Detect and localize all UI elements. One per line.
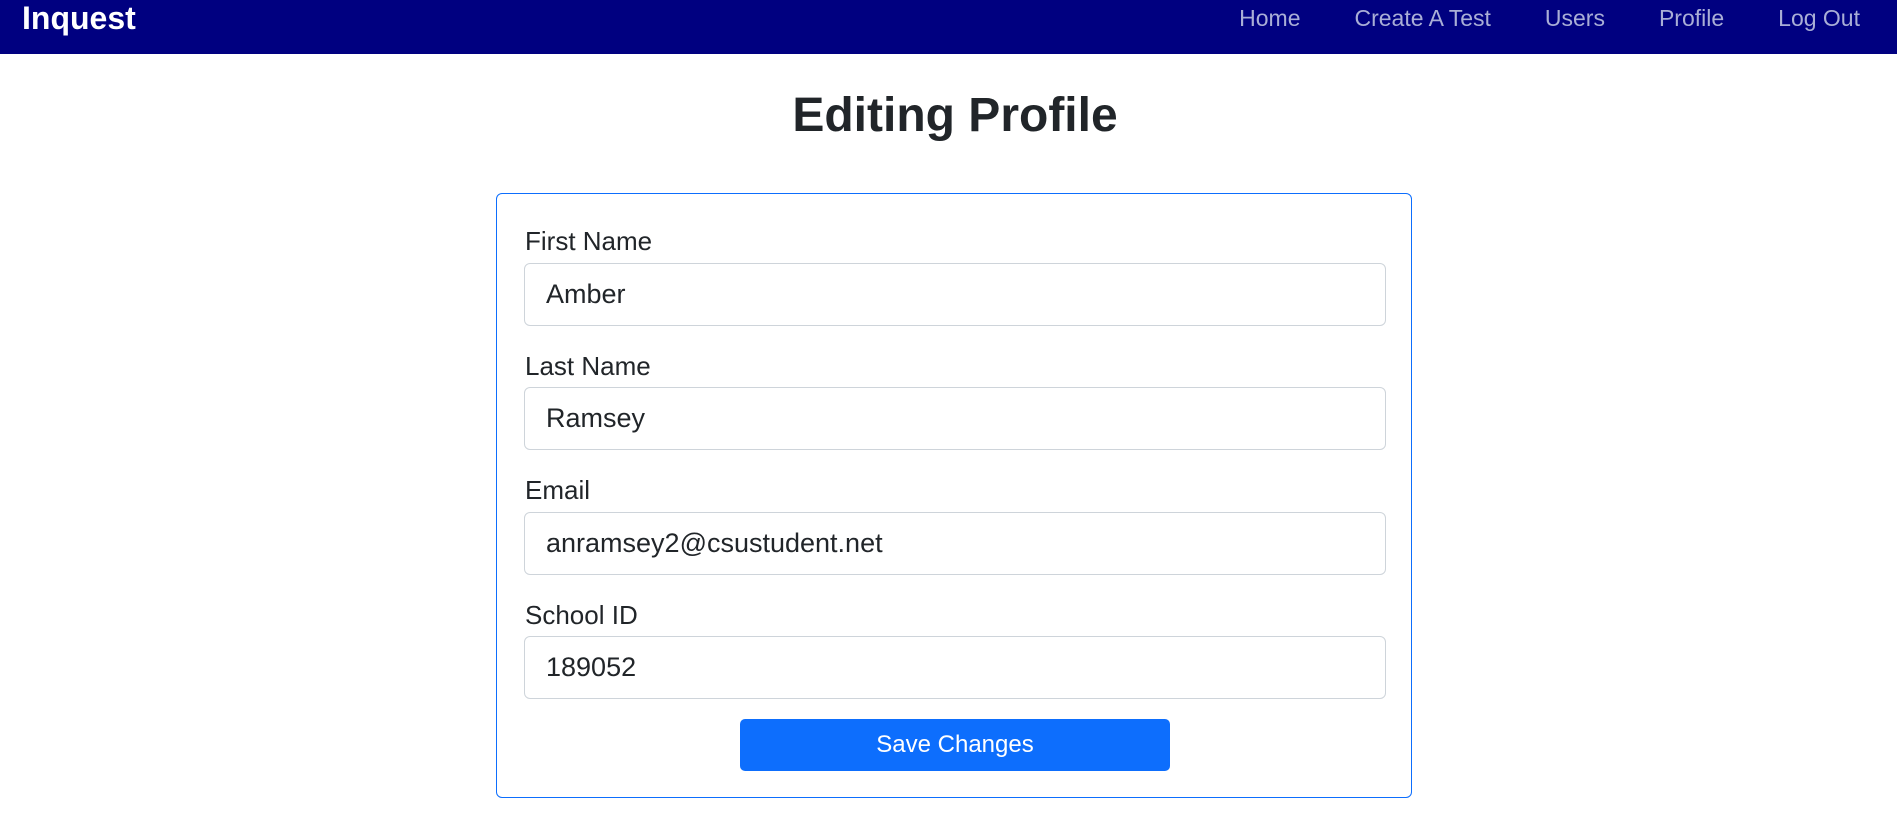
email-input[interactable] [524,512,1386,575]
first-name-input[interactable] [524,263,1386,326]
nav-users-link[interactable]: Users [1518,5,1632,32]
school-id-label: School ID [525,600,638,630]
school-id-input[interactable] [524,636,1386,699]
last-name-input[interactable] [524,387,1386,450]
nav-logout-link[interactable]: Log Out [1751,5,1860,32]
nav-create-test-link[interactable]: Create A Test [1328,5,1518,32]
email-label: Email [525,475,591,505]
edit-profile-form: First Name Last Name Email School ID Sav… [496,193,1412,798]
brand-logo[interactable]: Inquest [22,2,136,34]
nav-links: Home Create A Test Users Profile Log Out [1212,5,1860,32]
nav-profile-link[interactable]: Profile [1632,5,1751,32]
save-changes-button[interactable]: Save Changes [740,719,1170,771]
first-name-label: First Name [525,226,653,256]
last-name-label: Last Name [525,351,651,381]
page-title: Editing Profile [792,89,1118,142]
nav-home-link[interactable]: Home [1212,5,1327,32]
top-navbar: Inquest Home Create A Test Users Profile… [0,0,1897,54]
